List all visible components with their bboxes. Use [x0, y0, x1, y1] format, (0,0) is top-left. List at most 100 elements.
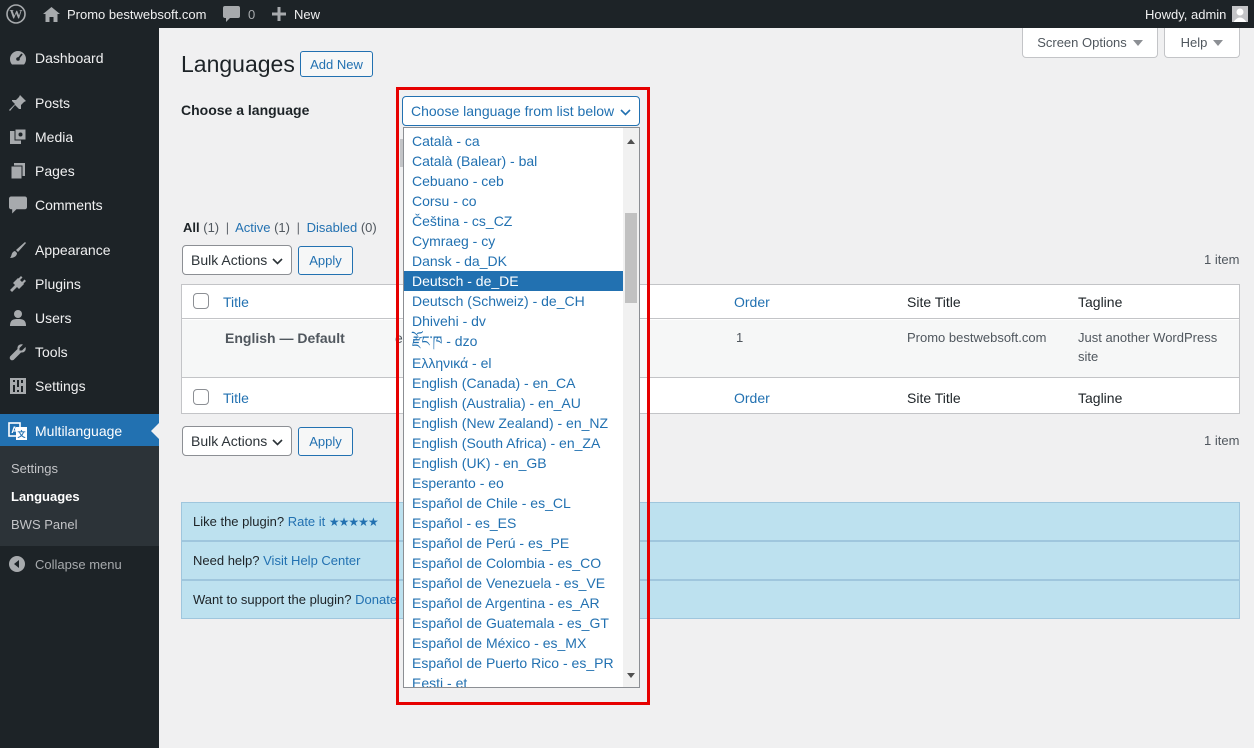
pin-icon — [8, 93, 28, 113]
apply-button-bottom[interactable]: Apply — [298, 427, 353, 456]
filter-all[interactable]: All (1) — [183, 220, 219, 235]
add-new-label: Add New — [310, 56, 363, 72]
support-notice: Want to support the plugin? Donate — [181, 580, 1240, 619]
sidebar-label: Multilanguage — [35, 423, 123, 439]
status-filters: All (1) | Active (1) | Disabled (0) — [183, 220, 377, 235]
bulk-actions-select-top[interactable]: Bulk Actions — [182, 245, 292, 275]
comment-icon — [223, 6, 240, 22]
site-name: Promo bestwebsoft.com — [67, 6, 207, 22]
home-icon — [43, 6, 60, 22]
sidebar-label: Comments — [35, 197, 103, 213]
column-title-footer[interactable]: Title — [223, 390, 249, 406]
sidebar-item-plugins[interactable]: Plugins — [0, 267, 159, 301]
column-order-header[interactable]: Order — [734, 294, 770, 310]
new-label: New — [294, 6, 321, 22]
chevron-down-icon — [272, 252, 283, 268]
select-all-checkbox-top[interactable] — [193, 293, 209, 309]
filter-disabled-count: (0) — [360, 220, 377, 235]
row-title[interactable]: English — Default — [225, 330, 345, 346]
avatar — [1232, 6, 1249, 22]
column-site-title-footer: Site Title — [907, 390, 961, 406]
sidebar-label: Media — [35, 129, 74, 145]
comments-count: 0 — [248, 6, 256, 22]
sidebar-label: Posts — [35, 95, 71, 111]
sidebar-label: Pages — [35, 163, 75, 179]
column-order-footer[interactable]: Order — [734, 390, 770, 406]
rate-link[interactable]: Rate it — [288, 514, 326, 529]
admin-bar: W Promo bestwebsoft.com 0 New Howdy, adm… — [0, 0, 1254, 28]
chevron-down-icon — [272, 433, 283, 449]
apply-label: Apply — [309, 434, 342, 449]
filter-all-count: (1) — [203, 220, 220, 235]
filter-active[interactable]: Active (1) — [235, 220, 290, 235]
column-title-header[interactable]: Title — [223, 294, 249, 310]
dashboard-icon — [8, 48, 28, 68]
help-label: Help — [1180, 35, 1208, 50]
wrench-icon — [8, 342, 28, 362]
filter-active-label: Active — [235, 220, 271, 235]
sidebar-item-dashboard[interactable]: Dashboard — [0, 41, 159, 75]
sidebar-item-tools[interactable]: Tools — [0, 335, 159, 369]
submenu-item-bws-panel[interactable]: BWS Panel — [11, 517, 77, 532]
wordpress-logo-icon[interactable]: W — [6, 0, 26, 28]
plug-icon — [8, 274, 28, 294]
rating-stars-icon[interactable]: ★★★★★ — [329, 515, 379, 529]
comment-icon — [8, 195, 28, 215]
sidebar-label: Tools — [35, 344, 68, 360]
choose-language-label: Choose a language — [181, 102, 310, 118]
chevron-down-icon — [1213, 39, 1224, 46]
rate-notice: Like the plugin? Rate it ★★★★★ — [181, 502, 1240, 541]
row-site-title: Promo bestwebsoft.com — [907, 330, 1047, 345]
my-account-link[interactable]: Howdy, admin — [1145, 0, 1249, 28]
sidebar-item-multilanguage[interactable]: A文 Multilanguage — [0, 414, 159, 448]
items-count-bottom: 1 item — [1204, 433, 1240, 448]
help-button[interactable]: Help — [1164, 28, 1240, 58]
column-tagline-header: Tagline — [1078, 294, 1123, 310]
brush-icon — [8, 240, 28, 260]
screen-options-label: Screen Options — [1037, 35, 1127, 50]
select-all-checkbox-bottom[interactable] — [193, 389, 209, 405]
apply-button-top[interactable]: Apply — [298, 246, 353, 275]
support-text: Want to support the plugin? — [193, 592, 352, 607]
highlight-box — [396, 87, 650, 705]
pages-icon — [8, 161, 28, 181]
admin-sidebar: Dashboard Posts Media Pages Comments App… — [0, 28, 159, 748]
bulk-actions-value: Bulk Actions — [191, 433, 268, 449]
sidebar-item-appearance[interactable]: Appearance — [0, 233, 159, 267]
chevron-down-icon — [1132, 39, 1143, 46]
user-icon — [8, 308, 28, 328]
column-site-title-header: Site Title — [907, 294, 961, 310]
row-tagline-line1: Just another WordPress — [1078, 330, 1218, 345]
screen-options-button[interactable]: Screen Options — [1022, 28, 1158, 58]
plus-icon — [272, 7, 286, 21]
filter-active-count: (1) — [274, 220, 290, 235]
sidebar-item-posts[interactable]: Posts — [0, 86, 159, 120]
new-content-link[interactable]: New — [272, 0, 320, 28]
filter-disabled[interactable]: Disabled (0) — [307, 220, 377, 235]
help-center-link[interactable]: Visit Help Center — [263, 553, 360, 568]
sidebar-item-users[interactable]: Users — [0, 301, 159, 335]
submenu-item-settings[interactable]: Settings — [11, 461, 58, 476]
sidebar-label: Plugins — [35, 276, 81, 292]
page-title: Languages — [181, 51, 295, 77]
svg-text:W: W — [10, 7, 23, 22]
filter-separator: | — [225, 220, 230, 235]
bulk-actions-value: Bulk Actions — [191, 252, 268, 268]
sidebar-item-settings[interactable]: Settings — [0, 369, 159, 403]
site-name-link[interactable]: Promo bestwebsoft.com — [43, 0, 206, 28]
add-new-button[interactable]: Add New — [300, 51, 373, 77]
collapse-menu-button[interactable]: Collapse menu — [0, 552, 122, 576]
submenu-item-languages[interactable]: Languages — [11, 489, 80, 504]
comments-link[interactable]: 0 — [223, 0, 255, 28]
howdy-text: Howdy, admin — [1145, 6, 1227, 22]
sidebar-item-pages[interactable]: Pages — [0, 154, 159, 188]
media-icon — [8, 127, 28, 147]
settings-icon — [8, 376, 28, 396]
column-tagline-footer: Tagline — [1078, 390, 1123, 406]
sidebar-item-media[interactable]: Media — [0, 120, 159, 154]
sidebar-item-comments[interactable]: Comments — [0, 188, 159, 222]
sidebar-label: Settings — [35, 378, 86, 394]
filter-disabled-label: Disabled — [306, 220, 358, 235]
donate-link[interactable]: Donate — [355, 592, 397, 607]
bulk-actions-select-bottom[interactable]: Bulk Actions — [182, 426, 292, 456]
